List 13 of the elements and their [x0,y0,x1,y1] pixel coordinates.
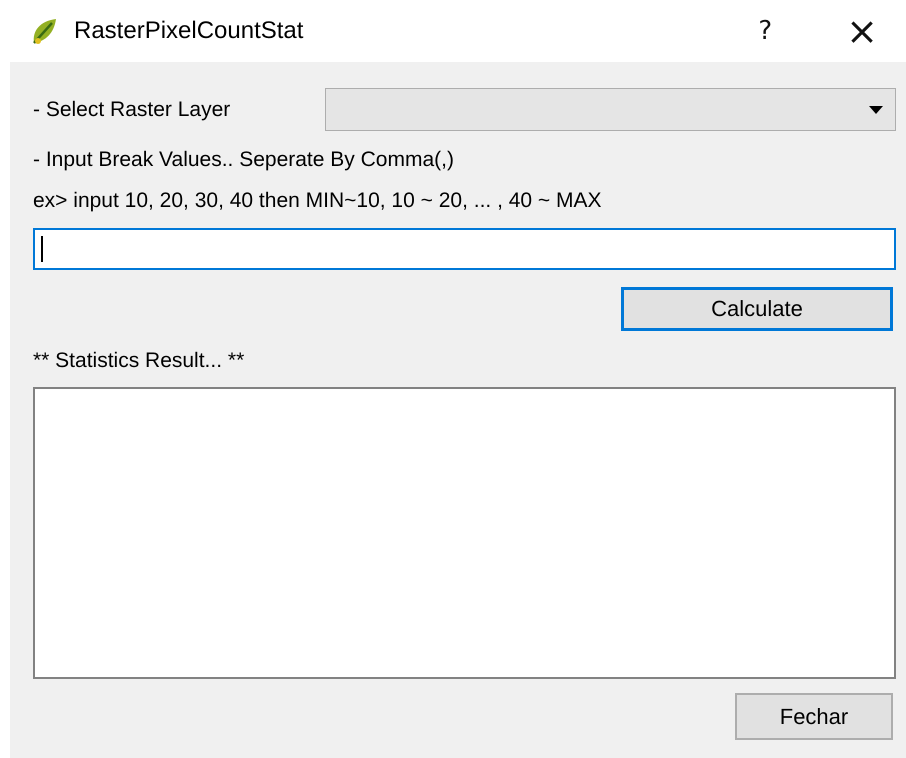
break-values-field[interactable] [33,228,896,270]
result-text-area[interactable] [33,387,896,679]
layer-dropdown[interactable] [325,88,896,131]
statistics-result-label: ** Statistics Result... ** [33,349,244,373]
layer-label: - Select Raster Layer [33,98,230,122]
close-button[interactable]: × [838,12,886,50]
help-button[interactable]: ? [750,18,780,44]
break-values-label: - Input Break Values.. Seperate By Comma(,) [33,148,454,172]
dropdown-arrow-icon [869,106,883,114]
example-text: ex> input 10, 20, 30, 40 then MIN~10, 10 ~ 20, ... , 40 ~ MAX [33,189,602,213]
calculate-button[interactable]: Calculate [621,287,893,331]
window-title: RasterPixelCountStat [74,17,304,45]
close-dialog-button[interactable]: Fechar [735,693,893,740]
